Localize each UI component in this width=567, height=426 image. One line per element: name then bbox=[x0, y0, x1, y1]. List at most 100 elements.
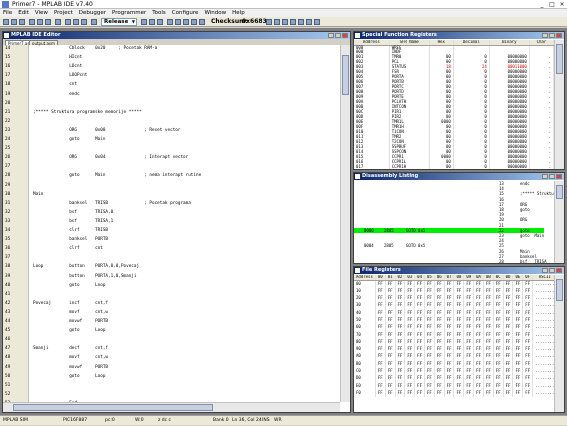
code-line[interactable]: 22 bbox=[3, 119, 340, 124]
code-line[interactable]: 23 ORG 0x00 ; Reset vector bbox=[3, 128, 340, 133]
code-line[interactable]: 20 bbox=[3, 101, 340, 106]
erase-icon[interactable] bbox=[191, 19, 197, 25]
code-line[interactable]: 18 cnt bbox=[3, 82, 340, 87]
code-line[interactable]: 21 ;***** Struktura programske memorije *… bbox=[3, 110, 340, 115]
file-register-row[interactable]: 40 FF FF FF FF FF FF FF FF FF FF FF FF FF FF FF FF......… bbox=[354, 309, 554, 317]
file-register-row[interactable]: 50 FF FF FF FF FF FF FF FF FF FF FF FF FF FF FF FF......… bbox=[354, 316, 554, 324]
code-line[interactable]: 38 Loop button PORTA,0,0,Povecaj bbox=[3, 264, 340, 269]
code-line[interactable]: 42 Povecaj incf cnt,f bbox=[3, 301, 340, 306]
code-line[interactable]: 39 button PORTA,1,0,Smanji bbox=[3, 274, 340, 279]
step-over-icon[interactable] bbox=[298, 19, 304, 25]
help-icon[interactable] bbox=[91, 19, 97, 25]
code-line[interactable]: 35 banksel PORTB bbox=[3, 237, 340, 242]
menu-file[interactable]: File bbox=[0, 9, 15, 17]
menu-edit[interactable]: Edit bbox=[15, 9, 32, 17]
code-line[interactable]: 45 goto Loop bbox=[3, 328, 340, 333]
editor-maximize-button[interactable] bbox=[335, 33, 341, 38]
code-line[interactable]: 40 goto Loop bbox=[3, 283, 340, 288]
disassembly-close-button[interactable] bbox=[556, 174, 562, 179]
code-line[interactable]: 50 goto Loop bbox=[3, 374, 340, 379]
code-line[interactable]: 51 bbox=[3, 383, 340, 388]
step-into-icon[interactable] bbox=[290, 19, 296, 25]
code-line[interactable]: 44 movwf PORTB bbox=[3, 319, 340, 324]
copy-icon[interactable] bbox=[37, 19, 43, 25]
menu-view[interactable]: View bbox=[32, 9, 51, 17]
file-register-row[interactable]: 30 FF FF FF FF FF FF FF FF FF FF FF FF FF FF FF FF......… bbox=[354, 301, 554, 310]
reset-icon[interactable] bbox=[314, 19, 320, 25]
code-line[interactable]: 32 bsf TRISA,0 bbox=[3, 210, 340, 215]
file-registers-minimize-button[interactable] bbox=[542, 268, 548, 273]
editor-minimize-button[interactable] bbox=[328, 33, 334, 38]
sfr-vertical-scrollbar[interactable] bbox=[554, 40, 564, 169]
code-line[interactable]: 24 goto Main bbox=[3, 137, 340, 142]
menu-window[interactable]: Window bbox=[201, 9, 229, 17]
cut-icon[interactable] bbox=[29, 19, 35, 25]
run-icon[interactable] bbox=[266, 19, 272, 25]
sfr-vscroll-thumb[interactable] bbox=[556, 44, 563, 74]
build-icon[interactable] bbox=[141, 19, 147, 25]
file-register-row[interactable]: A0 FF FF FF FF FF FF FF FF FF FF FF FF FF FF FF FF......… bbox=[354, 353, 554, 361]
code-line[interactable]: 41 bbox=[3, 292, 340, 297]
code-line[interactable]: 49 movwf PORTB bbox=[3, 365, 340, 370]
sfr-maximize-button[interactable] bbox=[549, 33, 555, 38]
code-line[interactable]: 16 LOcnt bbox=[3, 64, 340, 69]
find-next-icon[interactable] bbox=[73, 19, 79, 25]
close-button[interactable]: × bbox=[557, 0, 567, 9]
menu-debugger[interactable]: Debugger bbox=[76, 9, 109, 17]
find-prev-icon[interactable] bbox=[81, 19, 87, 25]
file-register-row[interactable]: E0 FF FF FF FF FF FF FF FF FF FF FF FF FF FF FF FF......… bbox=[354, 382, 554, 390]
minimize-button[interactable]: _ bbox=[537, 0, 547, 9]
build-config-select[interactable]: Release ▼ bbox=[101, 18, 137, 26]
code-line[interactable]: 46 bbox=[3, 337, 340, 342]
verify-icon[interactable] bbox=[183, 19, 189, 25]
file-register-row[interactable]: C0 FF FF FF FF FF FF FF FF FF FF FF FF FF FF FF FF......… bbox=[354, 367, 554, 375]
code-line[interactable]: 25 bbox=[3, 146, 340, 151]
menu-programmer[interactable]: Programmer bbox=[109, 9, 149, 17]
save-icon[interactable] bbox=[19, 19, 25, 25]
paste-icon[interactable] bbox=[45, 19, 51, 25]
file-register-row[interactable]: 60 FF FF FF FF FF FF FF FF FF FF FF FF FF FF FF FF......… bbox=[354, 323, 554, 332]
editor-vscroll-thumb[interactable] bbox=[342, 55, 349, 95]
disassembly-vertical-scrollbar[interactable] bbox=[554, 181, 564, 263]
blank-check-icon[interactable] bbox=[199, 19, 205, 25]
file-register-row[interactable]: B0 FF FF FF FF FF FF FF FF FF FF FF FF FF FF FF FF......… bbox=[354, 360, 554, 368]
sfr-close-button[interactable] bbox=[556, 33, 562, 38]
code-line[interactable]: 43 movf cnt,w bbox=[3, 310, 340, 315]
code-line[interactable]: 47 Smanji decf cnt,f bbox=[3, 346, 340, 351]
editor-hscroll-thumb[interactable] bbox=[13, 404, 213, 411]
code-line[interactable]: 52 bbox=[3, 392, 340, 397]
menu-tools[interactable]: Tools bbox=[149, 9, 169, 17]
code-line[interactable]: 26 ORG 0x04 ; Interapt vector bbox=[3, 155, 340, 160]
file-register-row[interactable]: 80 FF FF FF FF FF FF FF FF FF FF FF FF FF FF FF FF......… bbox=[354, 338, 554, 346]
program-icon[interactable] bbox=[167, 19, 173, 25]
code-area[interactable]: 14 Cblock 0x20 ; Pocetak RAM-a 15 HIcnt 16… bbox=[3, 45, 340, 406]
code-line[interactable]: 28 goto Main ; nema interapt rutine bbox=[3, 173, 340, 178]
rebuild-icon[interactable] bbox=[157, 19, 163, 25]
disassembly-maximize-button[interactable] bbox=[549, 174, 555, 179]
file-register-row[interactable]: 00 FF FF FF FF FF FF FF FF FF FF FF FF FF FF FF FF......… bbox=[354, 280, 554, 288]
code-line[interactable]: 19 endc bbox=[3, 92, 340, 97]
menu-configure[interactable]: Configure bbox=[169, 9, 202, 17]
editor-vertical-scrollbar[interactable] bbox=[340, 45, 350, 402]
code-line[interactable]: 34 clrf TRISB bbox=[3, 228, 340, 233]
code-line[interactable]: 14 Cblock 0x20 ; Pocetak RAM-a bbox=[3, 46, 340, 51]
make-icon[interactable] bbox=[149, 19, 155, 25]
file-register-row[interactable]: 90 FF FF FF FF FF FF FF FF FF FF FF FF FF FF FF FF......… bbox=[354, 345, 554, 354]
sfr-minimize-button[interactable] bbox=[542, 33, 548, 38]
code-line[interactable]: 31 banksel TRISB ; Pocetak programa bbox=[3, 201, 340, 206]
code-line[interactable]: 15 HIcnt bbox=[3, 55, 340, 60]
file-registers-close-button[interactable] bbox=[556, 268, 562, 273]
file-registers-vscroll-thumb[interactable] bbox=[556, 279, 563, 301]
find-icon[interactable] bbox=[65, 19, 71, 25]
menu-project[interactable]: Project bbox=[51, 9, 76, 17]
read-device-icon[interactable] bbox=[175, 19, 181, 25]
step-out-icon[interactable] bbox=[306, 19, 312, 25]
file-register-row[interactable]: 20 FF FF FF FF FF FF FF FF FF FF FF FF FF FF FF FF......… bbox=[354, 294, 554, 302]
code-line[interactable]: 30 Main bbox=[3, 192, 340, 197]
file-register-row[interactable]: D0 FF FF FF FF FF FF FF FF FF FF FF FF FF FF FF FF......… bbox=[354, 374, 554, 383]
code-line[interactable]: 29 bbox=[3, 183, 340, 188]
halt-icon[interactable] bbox=[274, 19, 280, 25]
disassembly-vscroll-thumb[interactable] bbox=[556, 185, 563, 199]
file-register-row[interactable]: 70 FF FF FF FF FF FF FF FF FF FF FF FF FF FF FF FF......… bbox=[354, 331, 554, 339]
open-file-icon[interactable] bbox=[11, 19, 17, 25]
